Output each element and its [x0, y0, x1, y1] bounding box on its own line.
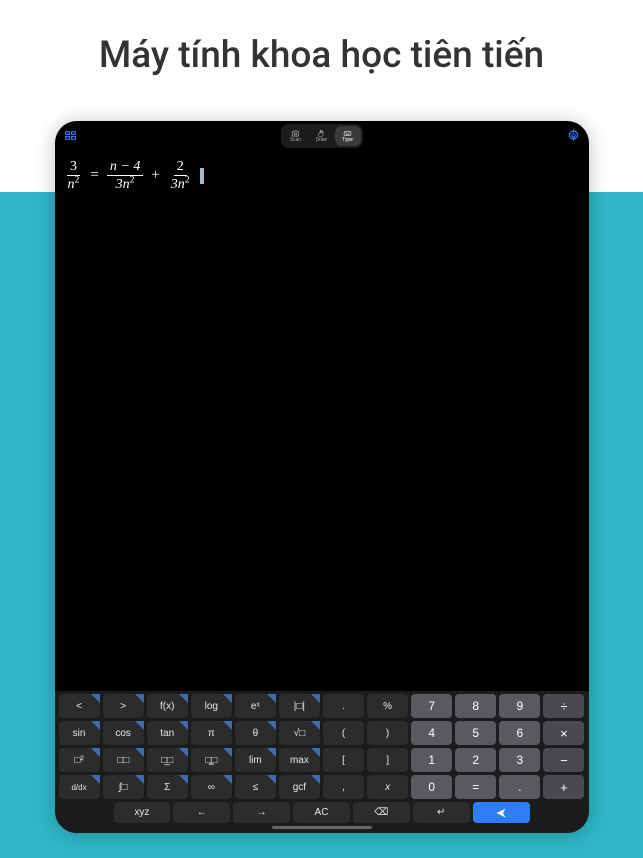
plus-sign: + — [149, 167, 161, 184]
key-send[interactable] — [473, 802, 530, 823]
send-icon — [495, 807, 507, 819]
key-fx[interactable]: f(x) — [147, 694, 188, 718]
key-tan[interactable]: tan — [147, 721, 188, 745]
key-abs[interactable]: |□| — [279, 694, 320, 718]
key-lparen[interactable]: ( — [323, 721, 364, 745]
top-bar: Scan Draw Type — [55, 121, 589, 147]
key-lim[interactable]: lim — [235, 748, 276, 772]
key-equals[interactable]: = — [455, 775, 496, 799]
key-row-2: sin cos tan π θ √□ ( ) 4 5 6 × — [59, 721, 585, 745]
page-title: Máy tính khoa học tiên tiến — [0, 0, 643, 77]
key-percent[interactable]: % — [367, 694, 408, 718]
key-5[interactable]: 5 — [455, 721, 496, 745]
key-minus[interactable]: − — [543, 748, 584, 772]
key-8[interactable]: 8 — [455, 694, 496, 718]
key-3[interactable]: 3 — [499, 748, 540, 772]
key-row-1: < > f(x) log eˣ |□| . % 7 8 9 ÷ — [59, 694, 585, 718]
key-right[interactable]: → — [233, 802, 290, 823]
key-backspace[interactable]: ⌫ — [353, 802, 410, 823]
key-dot[interactable]: . — [323, 694, 364, 718]
key-ac[interactable]: AC — [293, 802, 350, 823]
key-sigma[interactable]: Σ — [147, 775, 188, 799]
key-x[interactable]: x — [367, 775, 408, 799]
mode-type[interactable]: Type — [335, 126, 361, 146]
key-enter[interactable]: ↵ — [413, 802, 470, 823]
app-screenshot: Scan Draw Type 3 n2 — [55, 121, 589, 833]
equals-sign: = — [88, 167, 100, 184]
key-sin[interactable]: sin — [59, 721, 100, 745]
key-infinity[interactable]: ∞ — [191, 775, 232, 799]
key-multiply[interactable]: × — [543, 721, 584, 745]
key-sqrt[interactable]: √□ — [279, 721, 320, 745]
fraction-3: 2 3n2 — [168, 159, 193, 193]
key-4[interactable]: 4 — [411, 721, 452, 745]
key-9[interactable]: 9 — [499, 694, 540, 718]
text-cursor — [200, 168, 204, 184]
key-lbracket[interactable]: [ — [323, 748, 364, 772]
key-gt[interactable]: > — [103, 694, 144, 718]
key-lte[interactable]: ≤ — [235, 775, 276, 799]
key-divide[interactable]: ÷ — [543, 694, 584, 718]
key-log[interactable]: log — [191, 694, 232, 718]
key-comma[interactable]: , — [323, 775, 364, 799]
key-xyz[interactable]: xyz — [114, 802, 171, 823]
home-indicator — [272, 826, 372, 829]
key-2[interactable]: 2 — [455, 748, 496, 772]
fraction-1: 3 n2 — [65, 159, 83, 193]
key-0[interactable]: 0 — [411, 775, 452, 799]
key-left[interactable]: ← — [173, 802, 230, 823]
equation-display[interactable]: 3 n2 = n − 4 3n2 + 2 3n2 — [55, 147, 589, 205]
fraction-2: n − 4 3n2 — [107, 159, 143, 193]
key-row-bottom: xyz ← → AC ⌫ ↵ — [59, 802, 585, 823]
mode-draw[interactable]: Draw — [309, 126, 335, 146]
key-1[interactable]: 1 — [411, 748, 452, 772]
key-lt[interactable]: < — [59, 694, 100, 718]
key-row-4: d/dx ∫□ Σ ∞ ≤ gcf , x 0 = . + — [59, 775, 585, 799]
mode-scan[interactable]: Scan — [283, 126, 309, 146]
key-exp[interactable]: eˣ — [235, 694, 276, 718]
key-ddx[interactable]: d/dx — [59, 775, 100, 799]
gear-icon[interactable] — [567, 127, 580, 140]
key-integral[interactable]: ∫□ — [103, 775, 144, 799]
key-theta[interactable]: θ — [235, 721, 276, 745]
key-6[interactable]: 6 — [499, 721, 540, 745]
key-row-3: □² □□ □̲□ □͇□ lim max [ ] 1 2 3 − — [59, 748, 585, 772]
key-rparen[interactable]: ) — [367, 721, 408, 745]
key-frac[interactable]: □͇□ — [191, 748, 232, 772]
menu-icon[interactable] — [64, 127, 77, 140]
key-cos[interactable]: cos — [103, 721, 144, 745]
key-max[interactable]: max — [279, 748, 320, 772]
key-decimal[interactable]: . — [499, 775, 540, 799]
key-subscript[interactable]: □̲□ — [147, 748, 188, 772]
key-rbracket[interactable]: ] — [367, 748, 408, 772]
key-gcf[interactable]: gcf — [279, 775, 320, 799]
key-pi[interactable]: π — [191, 721, 232, 745]
key-7[interactable]: 7 — [411, 694, 452, 718]
key-power[interactable]: □□ — [103, 748, 144, 772]
input-mode-switcher: Scan Draw Type — [281, 124, 363, 148]
key-square[interactable]: □² — [59, 748, 100, 772]
math-keyboard: < > f(x) log eˣ |□| . % 7 8 9 ÷ sin cos … — [55, 691, 589, 833]
key-plus[interactable]: + — [543, 775, 584, 799]
